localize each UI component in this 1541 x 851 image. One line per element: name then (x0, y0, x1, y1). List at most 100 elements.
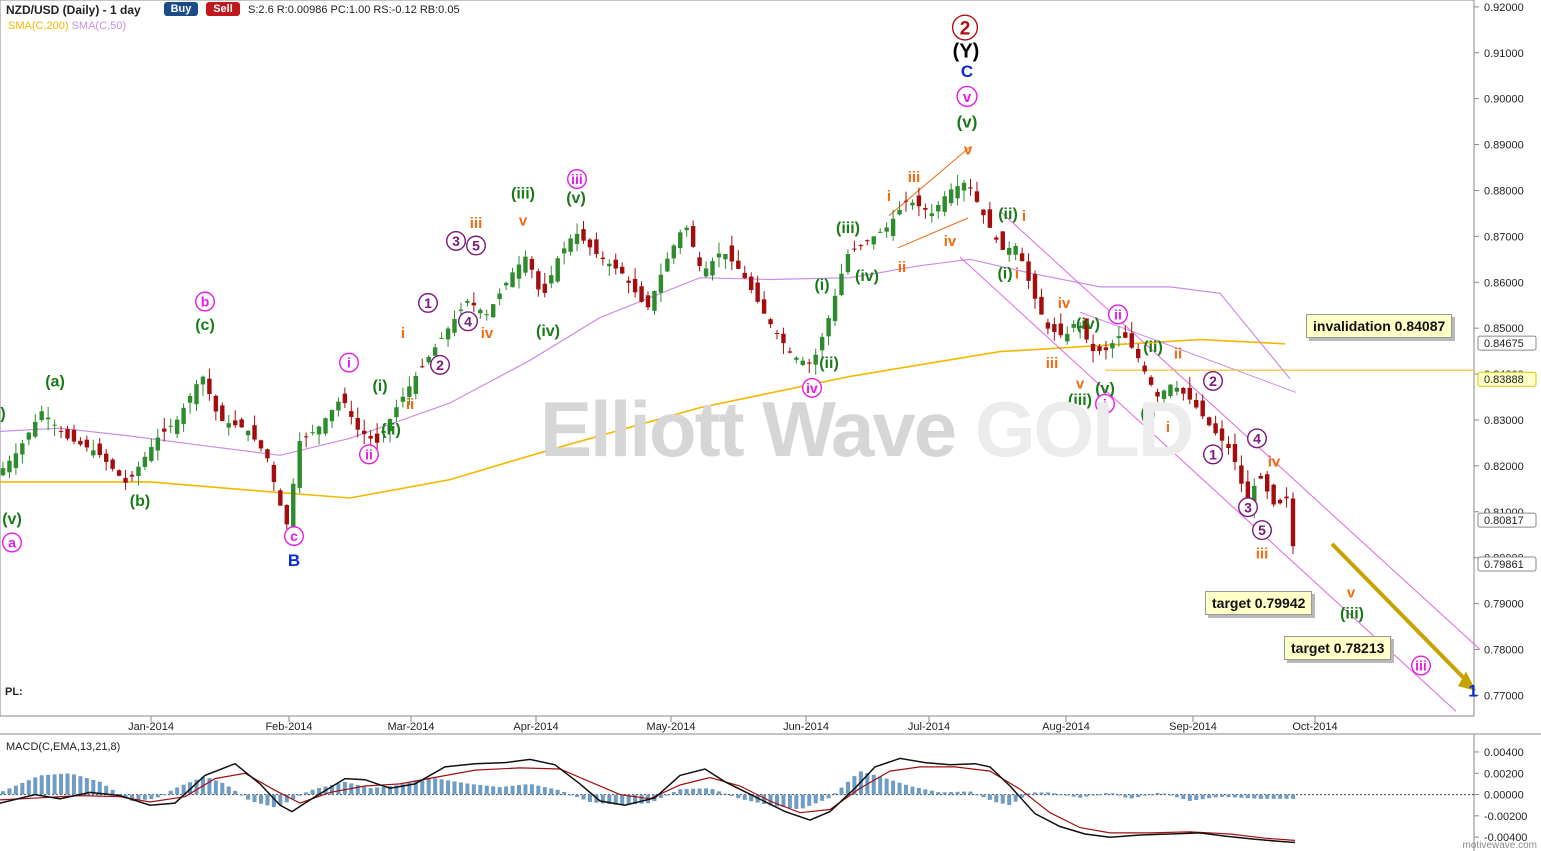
candle-body (1271, 484, 1276, 505)
candle-body (749, 276, 754, 290)
candle-body (471, 302, 477, 306)
macd-hist-bar (620, 794, 625, 806)
wave-label: v (1347, 584, 1356, 601)
candle-body (458, 309, 464, 311)
candle-body (1058, 323, 1063, 336)
candle-body (755, 282, 760, 302)
macd-hist-bar (1071, 794, 1076, 797)
y-tick-label: 0.92000 (1484, 2, 1524, 14)
buy-button[interactable]: Buy (164, 2, 198, 16)
macd-hist-bar (536, 785, 541, 795)
sell-button[interactable]: Sell (206, 2, 240, 16)
macd-hist-bar (549, 788, 554, 795)
wave-label: iv (1058, 295, 1071, 312)
macd-hist-bar (787, 794, 792, 809)
macd-hist-bar (1045, 792, 1050, 795)
candle-body (536, 271, 541, 290)
candle-body (181, 407, 186, 425)
macd-hist-bar (813, 794, 818, 804)
macd-hist-bar (1213, 794, 1218, 798)
x-tick-label: Apr-2014 (513, 721, 558, 733)
candle-body (974, 191, 980, 202)
y-tick-label: 0.89000 (1484, 140, 1524, 152)
candle-body (961, 182, 967, 191)
candle-body (84, 439, 90, 448)
macd-hist-bar (162, 794, 167, 796)
wave-label: i (1022, 208, 1026, 225)
candle-body (703, 268, 709, 277)
wave-label: 2 (436, 357, 444, 373)
candle-body (1039, 296, 1044, 315)
candle-body (839, 273, 844, 296)
candle-body (297, 441, 302, 488)
candle-body (439, 337, 444, 339)
wave-label: (ii) (1143, 339, 1163, 356)
candle-body (626, 280, 631, 283)
x-tick-label: May-2014 (647, 721, 696, 733)
candle-body (781, 333, 786, 344)
candle-body (497, 293, 502, 299)
price-tag-label: 0.84675 (1484, 338, 1524, 350)
candle-body (187, 396, 193, 403)
candle-body (994, 237, 999, 240)
macd-hist-bar (213, 780, 218, 795)
macd-hist-bar (1033, 792, 1037, 795)
macd-hist-bar (1187, 794, 1192, 801)
candle-body (632, 278, 638, 293)
candle-body (465, 300, 470, 303)
candle-body (529, 258, 535, 270)
macd-hist-bar (820, 794, 825, 801)
wave-label: ) (0, 406, 5, 423)
candle-body (7, 460, 12, 473)
macd-hist-bar (239, 794, 244, 796)
candle-body (323, 418, 328, 434)
wave-label: C (961, 62, 973, 81)
candle-body (510, 272, 515, 288)
macd-hist-bar (465, 783, 470, 795)
candle-body (832, 295, 838, 322)
macd-hist-bar (33, 777, 38, 795)
macd-hist-bar (1220, 794, 1225, 797)
macd-hist-bar (839, 787, 844, 795)
candle-body (1213, 423, 1218, 434)
macd-hist-bar (1000, 794, 1005, 804)
candle-body (362, 430, 367, 435)
candle-body (942, 196, 947, 212)
wave-label: iii (1046, 355, 1059, 372)
macd-hist-bar (1226, 794, 1231, 798)
wave-label: iii (908, 169, 921, 186)
candle-body (136, 466, 141, 476)
macd-hist-bar (587, 794, 592, 802)
candle-body (220, 405, 225, 422)
y-tick-label: 0.85000 (1484, 323, 1524, 335)
wave-label: ii (1174, 346, 1182, 363)
wave-label: iv (944, 233, 957, 250)
macd-hist-bar (426, 777, 431, 795)
wave-label: b (201, 294, 210, 310)
candle-body (65, 429, 70, 439)
wave-label: (iv) (536, 323, 560, 340)
macd-hist-bar (510, 785, 515, 795)
candle-body (432, 347, 438, 356)
candle-body (142, 456, 148, 467)
candle-body (607, 263, 612, 267)
macd-hist-bar (1162, 793, 1166, 795)
wave-label: B (288, 551, 300, 570)
macd-hist-bar (891, 780, 896, 795)
candle-body (1019, 253, 1025, 262)
wave-label: (ii) (998, 206, 1018, 223)
macd-hist-bar (691, 788, 696, 795)
wave-label: 1 (424, 295, 432, 311)
x-tick-label: Mar-2014 (387, 721, 434, 733)
macd-hist-bar (471, 784, 476, 795)
candle-body (420, 366, 425, 368)
candle-body (1206, 417, 1212, 426)
macd-hist-bar (910, 786, 915, 795)
x-tick-label: Jul-2014 (908, 721, 950, 733)
candle-body (252, 425, 257, 440)
macd-hist-bar (807, 794, 812, 806)
candle-body (97, 443, 102, 456)
macd-hist-bar (1103, 793, 1108, 795)
macd-hist-bar (1097, 794, 1102, 796)
macd-hist-bar (1007, 794, 1012, 806)
